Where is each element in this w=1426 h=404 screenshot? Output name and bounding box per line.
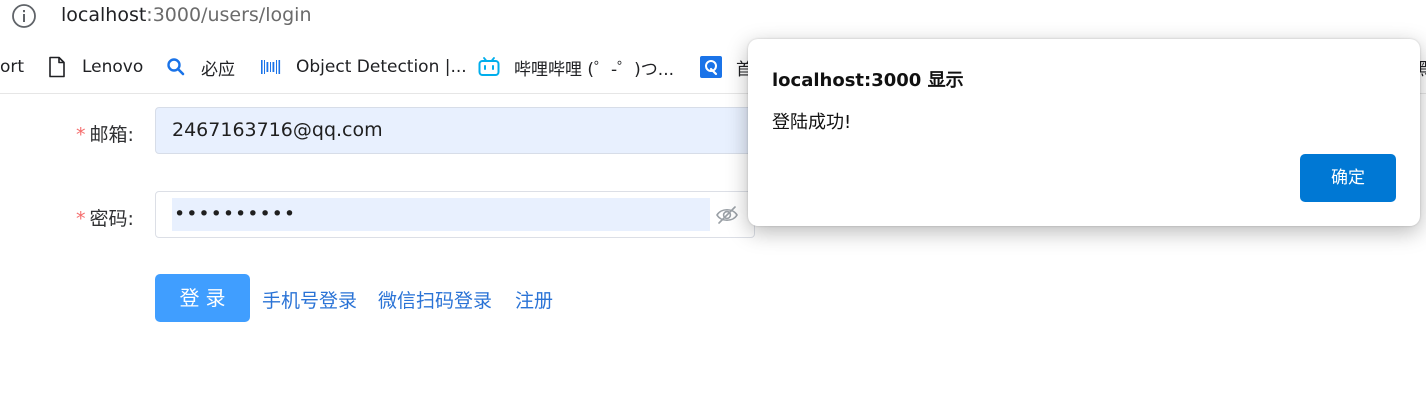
password-field[interactable]: •••••••••• (155, 191, 755, 238)
bookmark-lenovo[interactable]: Lenovo (46, 54, 143, 80)
email-field[interactable]: 2467163716@qq.com (155, 107, 755, 154)
barcode-icon (261, 60, 281, 74)
password-value: •••••••••• (172, 198, 710, 231)
bookmark-q[interactable]: 首 (700, 54, 753, 80)
login-button[interactable]: 登录 (155, 274, 250, 322)
required-mark: * (76, 208, 86, 230)
info-circle-icon[interactable] (11, 3, 37, 29)
required-mark: * (76, 124, 86, 146)
bookmark-label: ort (0, 57, 25, 77)
bookmark-port[interactable]: ort (0, 54, 24, 80)
bookmark-object-detection[interactable]: Object Detection |... (260, 54, 467, 80)
phone-login-link[interactable]: 手机号登录 (262, 286, 357, 313)
alert-dialog: localhost:3000 显示 登陆成功! 确定 (748, 39, 1420, 226)
bookmark-bing[interactable]: 必应 (165, 54, 235, 80)
bookmark-label: Object Detection |... (296, 57, 467, 77)
email-label: * 邮箱: (76, 120, 134, 147)
dialog-title: localhost:3000 显示 (772, 70, 964, 91)
q-icon (700, 56, 722, 78)
bilibili-tv-icon (478, 57, 500, 76)
url-path: :3000/users/login (146, 4, 312, 26)
address-bar[interactable]: localhost:3000/users/login (0, 0, 1426, 36)
password-label-text: 密码: (89, 208, 134, 230)
bookmark-label: Lenovo (82, 57, 144, 77)
url-text[interactable]: localhost:3000/users/login (61, 3, 311, 27)
bookmark-label: 哔哩哔哩 (゜-゜)つ... (514, 59, 675, 80)
email-label-text: 邮箱: (89, 124, 134, 146)
ok-button[interactable]: 确定 (1300, 154, 1396, 202)
eye-off-icon[interactable] (715, 204, 739, 226)
bookmark-bilibili[interactable]: 哔哩哔哩 (゜-゜)つ... (478, 54, 674, 80)
register-link[interactable]: 注册 (515, 286, 553, 313)
bookmark-label: 必应 (201, 59, 235, 80)
password-label: * 密码: (76, 204, 134, 231)
page-icon (49, 56, 65, 78)
dialog-message: 登陆成功! (772, 112, 852, 133)
bing-search-icon (167, 58, 185, 76)
url-host: localhost (61, 4, 147, 26)
wechat-login-link[interactable]: 微信扫码登录 (378, 286, 492, 313)
